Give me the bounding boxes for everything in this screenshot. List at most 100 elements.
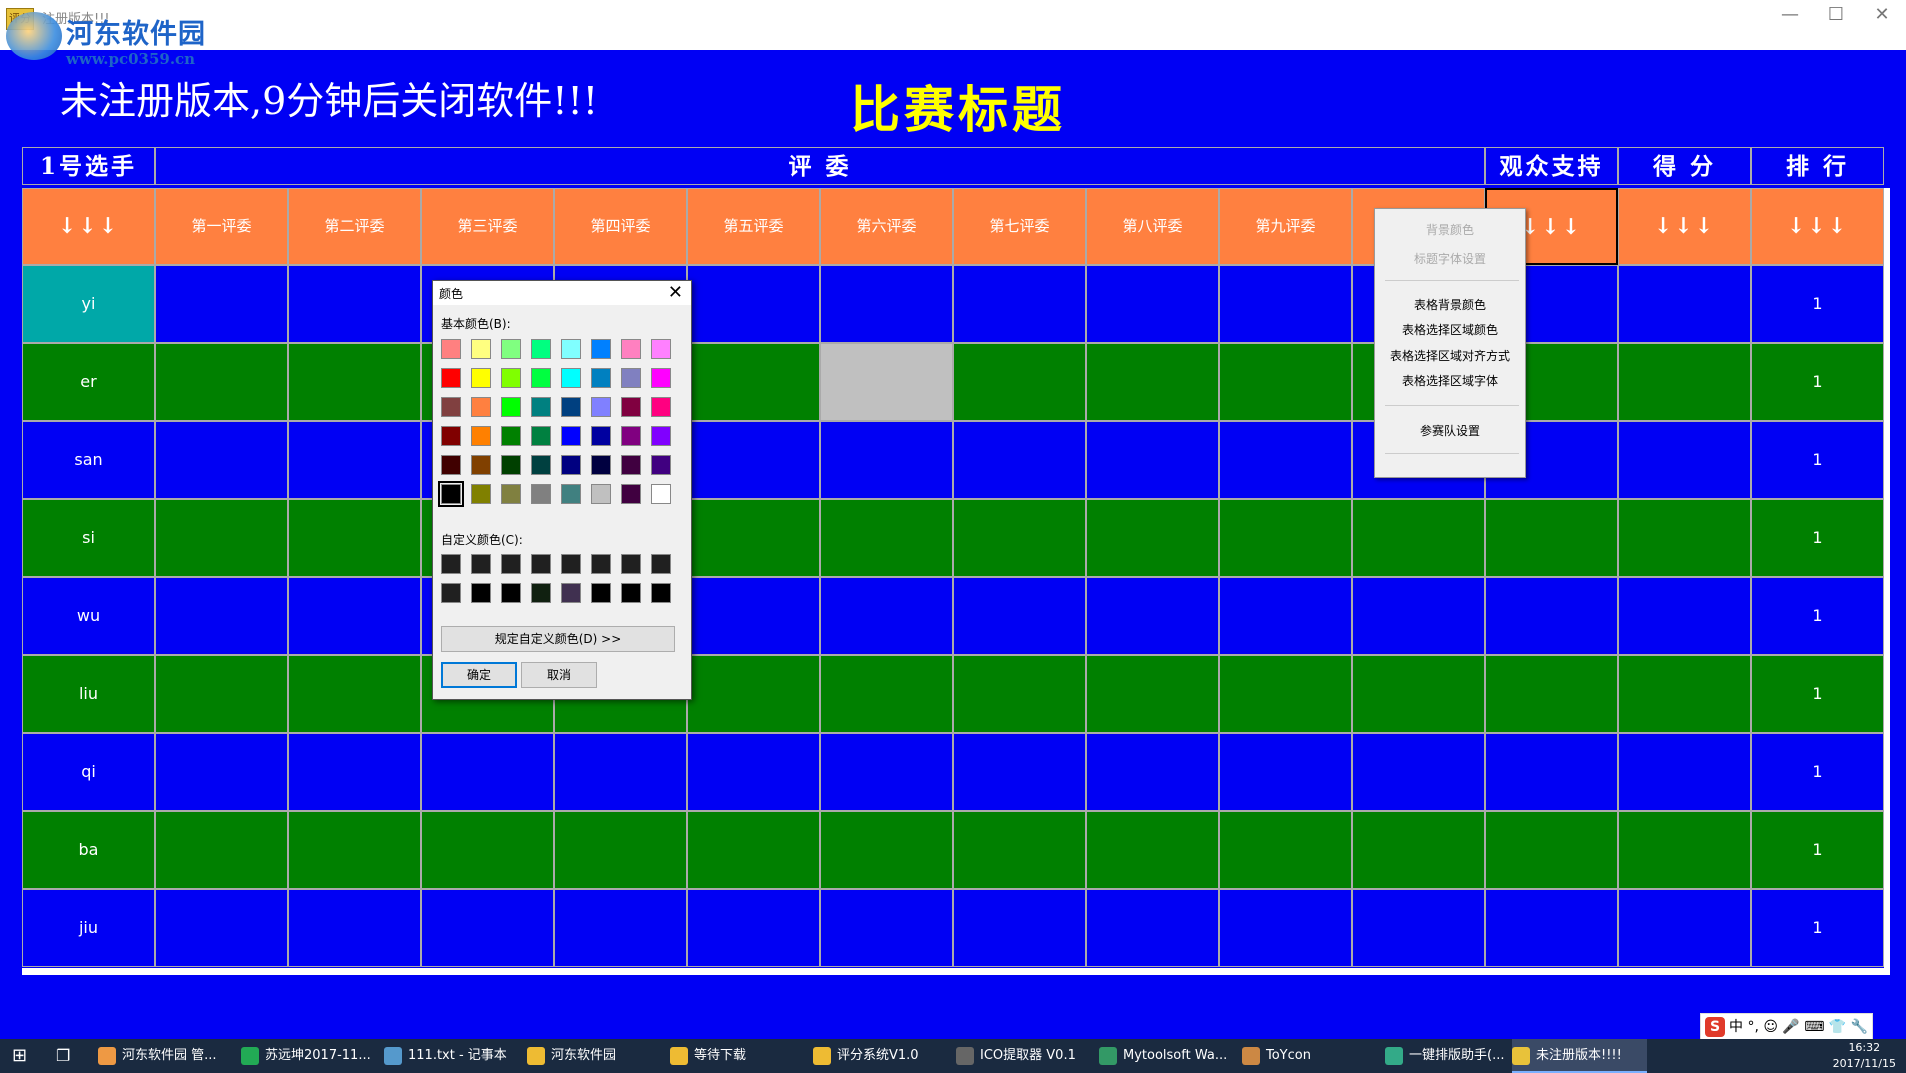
judge-score-cell[interactable]	[288, 343, 421, 421]
basic-color-swatch[interactable]	[441, 455, 461, 475]
judge-score-cell[interactable]	[155, 343, 288, 421]
judge-score-cell[interactable]	[687, 733, 820, 811]
judge-score-cell[interactable]	[1086, 265, 1219, 343]
basic-color-swatch[interactable]	[561, 339, 581, 359]
score-cell[interactable]	[1618, 421, 1751, 499]
judge-score-cell[interactable]	[1352, 733, 1485, 811]
judge-score-cell[interactable]	[1352, 499, 1485, 577]
judge-column-header[interactable]: 第二评委	[288, 188, 421, 265]
define-custom-colors-button[interactable]: 规定自定义颜色(D) >>	[441, 626, 675, 652]
judge-score-cell[interactable]	[1219, 811, 1352, 889]
judge-score-cell[interactable]	[820, 811, 953, 889]
judge-score-cell[interactable]	[953, 421, 1086, 499]
judge-score-cell[interactable]	[687, 343, 820, 421]
judge-column-header[interactable]: 第七评委	[953, 188, 1086, 265]
taskbar-item[interactable]: ToYcon	[1242, 1039, 1382, 1073]
judge-score-cell[interactable]	[554, 733, 687, 811]
judge-score-cell[interactable]	[687, 889, 820, 967]
judge-score-cell[interactable]	[1086, 811, 1219, 889]
custom-color-swatch[interactable]	[651, 583, 671, 603]
judge-score-cell[interactable]	[554, 811, 687, 889]
judge-score-cell[interactable]	[288, 577, 421, 655]
judge-score-cell[interactable]	[953, 655, 1086, 733]
basic-color-swatch[interactable]	[651, 339, 671, 359]
taskbar-item[interactable]: 河东软件园 管...	[98, 1039, 238, 1073]
player-header[interactable]: 1号选手	[22, 147, 155, 185]
custom-color-swatch[interactable]	[591, 554, 611, 574]
custom-color-swatch[interactable]	[621, 554, 641, 574]
player-name-cell[interactable]: san	[22, 421, 155, 499]
taskbar-item[interactable]: 111.txt - 记事本	[384, 1039, 524, 1073]
player-column-header[interactable]: ↓↓↓	[22, 188, 155, 265]
player-name-cell[interactable]: jiu	[22, 889, 155, 967]
player-name-cell[interactable]: yi	[22, 265, 155, 343]
score-cell[interactable]	[1618, 889, 1751, 967]
score-cell[interactable]	[1618, 655, 1751, 733]
menu-item-title-font[interactable]: 标题字体设置	[1375, 250, 1525, 267]
judge-score-cell[interactable]	[687, 265, 820, 343]
judge-score-cell[interactable]	[1219, 421, 1352, 499]
custom-color-swatch[interactable]	[471, 554, 491, 574]
basic-color-swatch[interactable]	[561, 484, 581, 504]
basic-color-swatch[interactable]	[591, 455, 611, 475]
menu-item-team-settings[interactable]: 参赛队设置	[1375, 422, 1525, 439]
judge-score-cell[interactable]	[421, 811, 554, 889]
rank-cell[interactable]: 1	[1751, 265, 1884, 343]
judge-score-cell[interactable]	[155, 733, 288, 811]
judge-score-cell[interactable]	[687, 655, 820, 733]
basic-color-swatch[interactable]	[531, 484, 551, 504]
judge-score-cell[interactable]	[155, 577, 288, 655]
custom-color-swatch[interactable]	[531, 583, 551, 603]
judge-score-cell[interactable]	[687, 811, 820, 889]
custom-color-swatch[interactable]	[531, 554, 551, 574]
basic-color-swatch[interactable]	[501, 397, 521, 417]
score-cell[interactable]	[1618, 343, 1751, 421]
score-cell[interactable]	[1618, 499, 1751, 577]
taskbar-item[interactable]: 评分系统V1.0	[813, 1039, 953, 1073]
custom-color-swatch[interactable]	[501, 554, 521, 574]
custom-color-swatch[interactable]	[621, 583, 641, 603]
ime-status[interactable]: 中 °, ☺ 🎤 ⌨ 👕 🔧	[1729, 1019, 1868, 1035]
basic-color-swatch[interactable]	[561, 368, 581, 388]
judge-score-cell[interactable]	[288, 265, 421, 343]
judge-score-cell[interactable]	[1219, 655, 1352, 733]
menu-item-selection-font[interactable]: 表格选择区域字体	[1375, 372, 1525, 389]
basic-color-swatch[interactable]	[501, 339, 521, 359]
taskbar-item[interactable]: 未注册版本!!!!	[1512, 1039, 1647, 1073]
rank-cell[interactable]: 1	[1751, 421, 1884, 499]
basic-color-swatch[interactable]	[621, 339, 641, 359]
custom-color-swatch[interactable]	[441, 554, 461, 574]
rank-column-header[interactable]: ↓↓↓	[1751, 188, 1884, 265]
match-title[interactable]: 比赛标题	[850, 70, 1066, 142]
judge-score-cell[interactable]	[820, 655, 953, 733]
judge-score-cell[interactable]	[953, 811, 1086, 889]
judge-score-cell[interactable]	[820, 889, 953, 967]
score-cell[interactable]	[1618, 265, 1751, 343]
menu-item-selection-align[interactable]: 表格选择区域对齐方式	[1375, 347, 1525, 364]
player-name-cell[interactable]: liu	[22, 655, 155, 733]
basic-color-swatch[interactable]	[531, 426, 551, 446]
judge-score-cell[interactable]	[288, 655, 421, 733]
basic-color-swatch[interactable]	[441, 426, 461, 446]
judge-column-header[interactable]: 第五评委	[687, 188, 820, 265]
basic-color-swatch[interactable]	[651, 455, 671, 475]
basic-color-swatch[interactable]	[621, 455, 641, 475]
judge-score-cell[interactable]	[953, 343, 1086, 421]
basic-color-swatch[interactable]	[471, 455, 491, 475]
judge-score-cell[interactable]	[1086, 421, 1219, 499]
rank-cell[interactable]: 1	[1751, 811, 1884, 889]
basic-color-swatch[interactable]	[591, 339, 611, 359]
judge-score-cell[interactable]	[1219, 265, 1352, 343]
score-cell[interactable]	[1618, 733, 1751, 811]
basic-color-swatch[interactable]	[441, 339, 461, 359]
start-windows-icon[interactable]: ⊞	[12, 1039, 27, 1073]
ime-toolbar[interactable]: S中 °, ☺ 🎤 ⌨ 👕 🔧	[1700, 1013, 1874, 1041]
basic-color-swatch[interactable]	[441, 368, 461, 388]
basic-color-swatch[interactable]	[591, 397, 611, 417]
judge-score-cell[interactable]	[155, 889, 288, 967]
audience-cell[interactable]	[1485, 655, 1618, 733]
player-name-cell[interactable]: si	[22, 499, 155, 577]
judge-score-cell[interactable]	[288, 889, 421, 967]
basic-color-swatch[interactable]	[501, 426, 521, 446]
basic-color-swatch[interactable]	[471, 368, 491, 388]
